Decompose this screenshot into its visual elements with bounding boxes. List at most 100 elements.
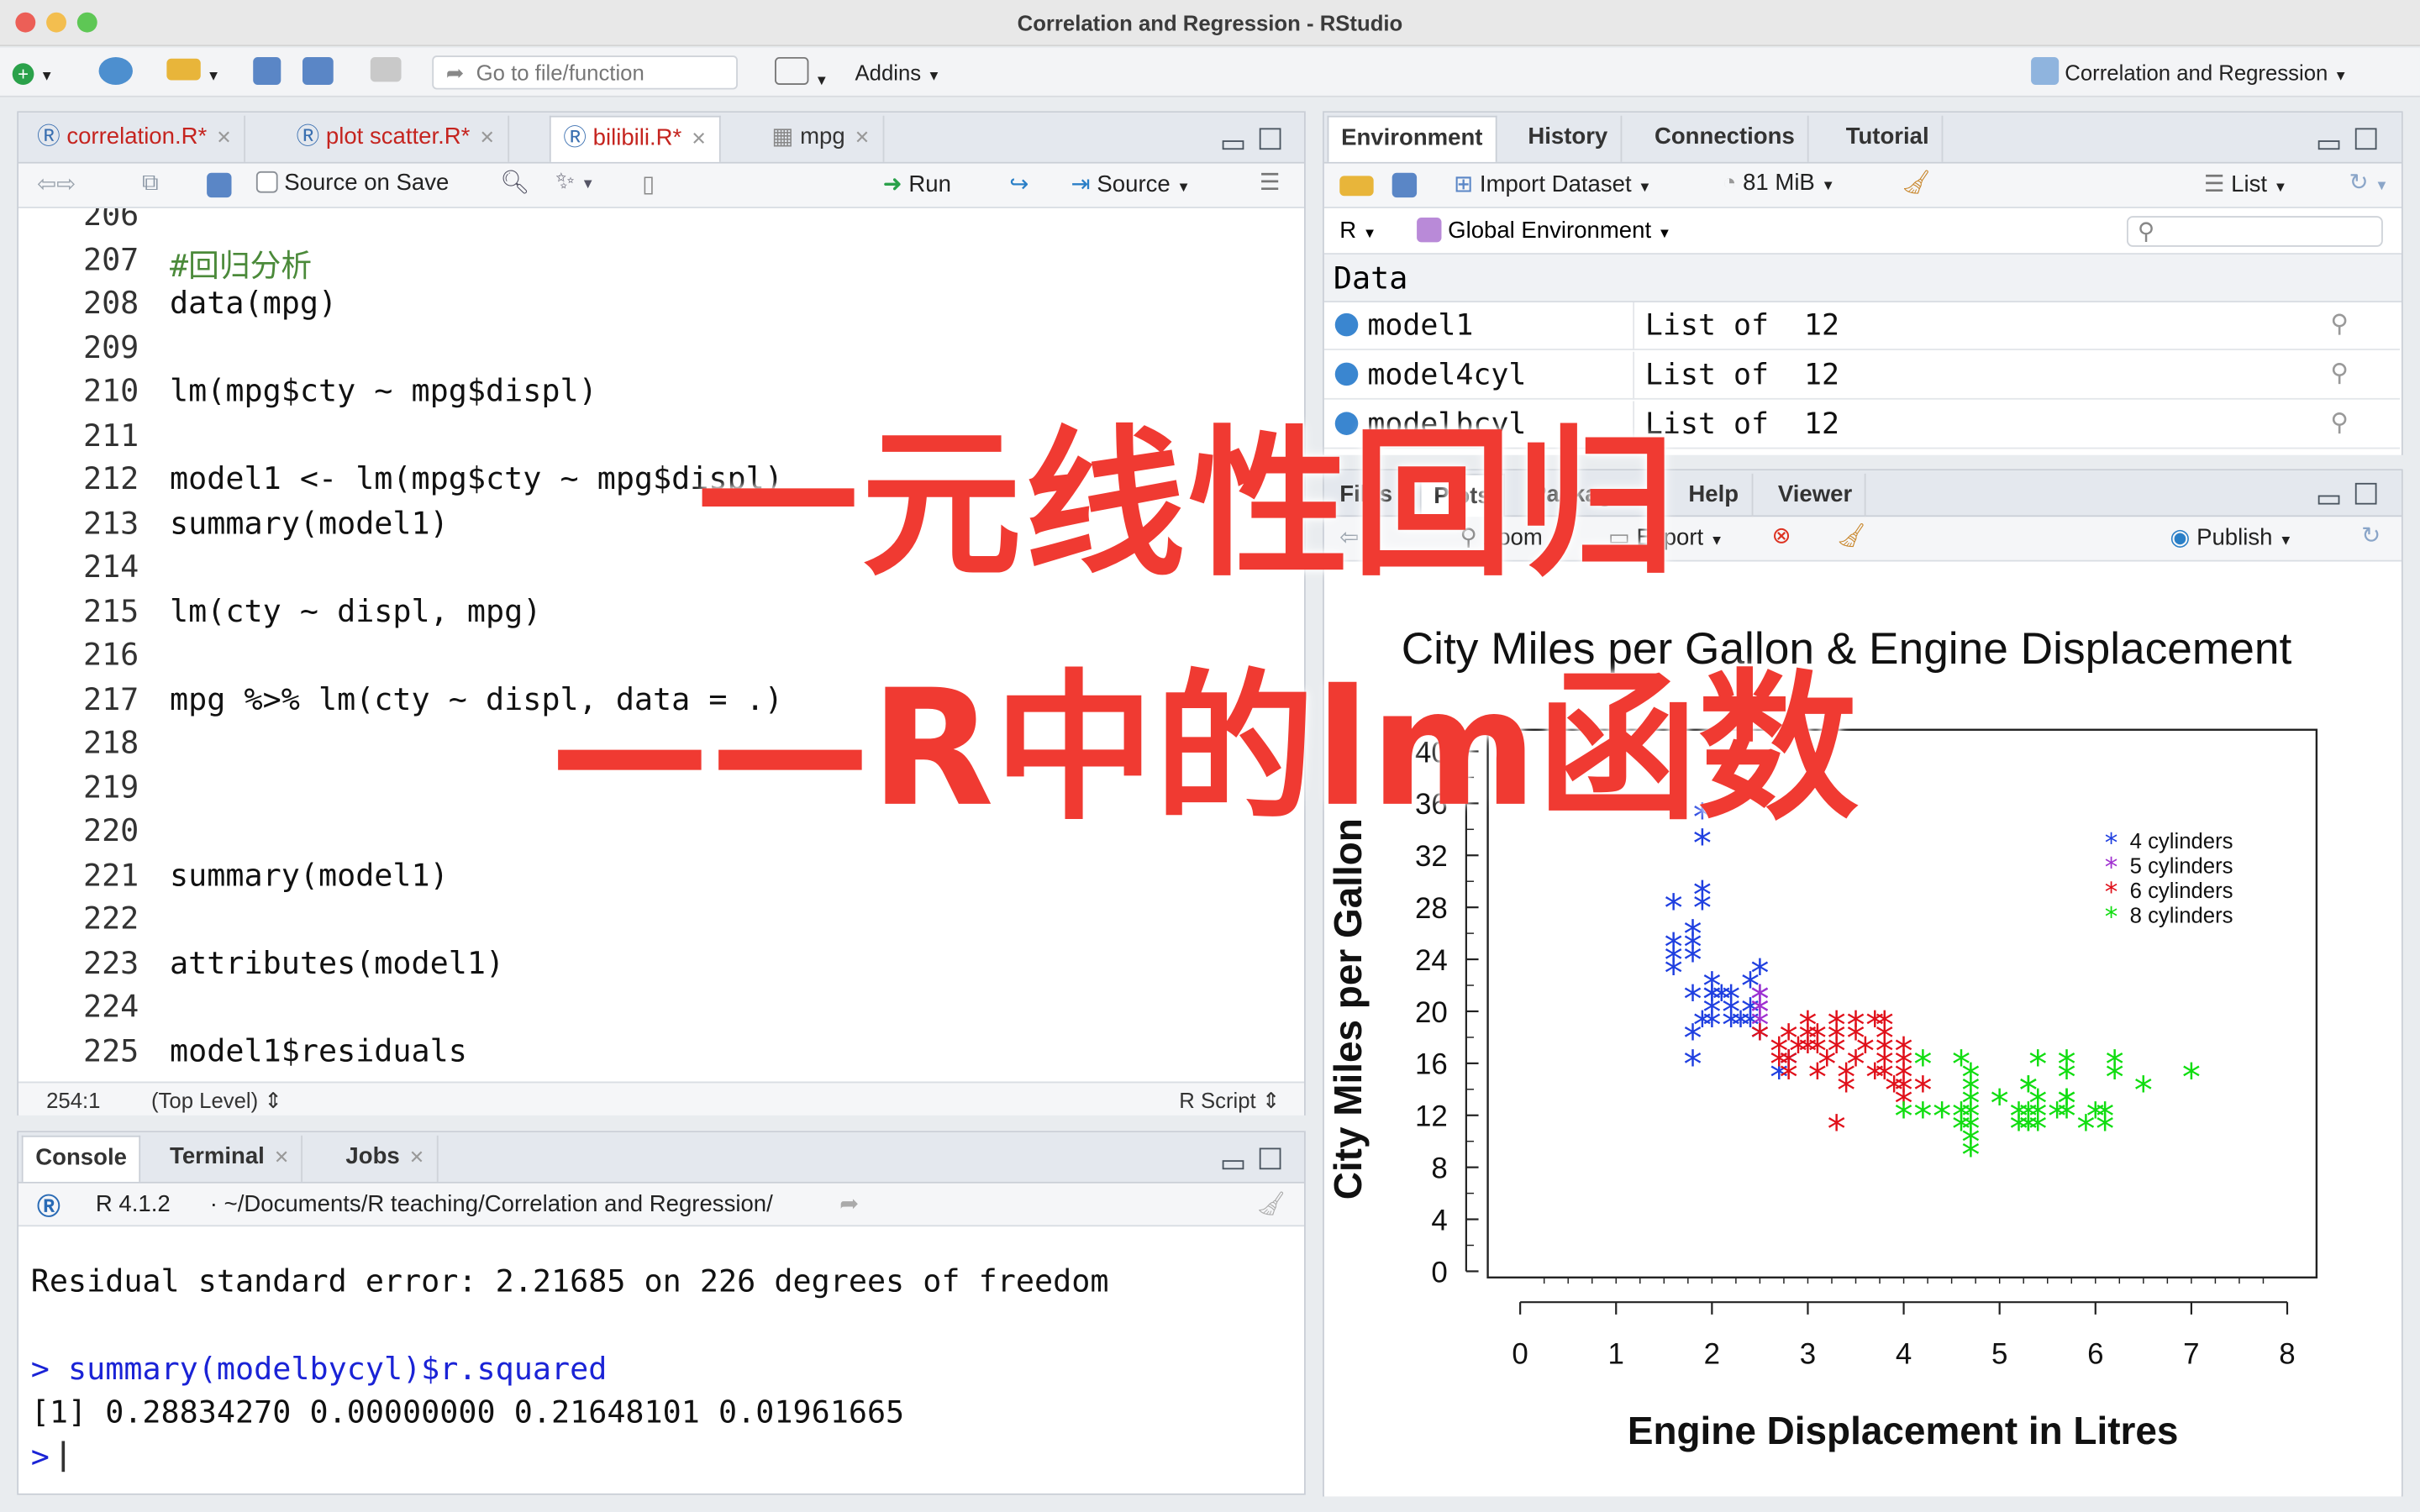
tab-connections[interactable]: Connections [1642, 115, 1809, 162]
line-number: 210 [82, 371, 139, 409]
run-button[interactable]: ➜ Run [883, 170, 951, 197]
x-tick-label: 0 [1512, 1338, 1528, 1371]
line-number: 221 [82, 855, 139, 893]
env-search-input[interactable]: ⚲ [2126, 216, 2383, 247]
minimize-pane-icon[interactable] [1222, 140, 1244, 150]
clear-console-icon[interactable]: 🧹︎ [1256, 1189, 1286, 1217]
save-all-button[interactable] [302, 56, 334, 88]
rerun-icon[interactable]: ↪ [1009, 170, 1028, 197]
new-project-button[interactable] [98, 56, 133, 88]
tab-help[interactable]: Help [1676, 473, 1753, 520]
view-mode-button[interactable]: ☰ List ▼ [2204, 170, 2287, 197]
close-icon[interactable]: ✕ [855, 127, 870, 149]
data-point: * [1828, 1109, 1846, 1152]
view-data-icon[interactable]: ⚲ [2330, 308, 2349, 338]
save-icon[interactable] [207, 172, 232, 198]
x-tick-label: 4 [1896, 1338, 1912, 1371]
refresh-icon[interactable]: ↻ [2361, 522, 2381, 549]
import-dataset-button[interactable]: ⊞ Import Dataset ▼ [1454, 170, 1651, 197]
panes-layout-button[interactable]: ▼ [775, 56, 829, 88]
data-point: * [1828, 1005, 1846, 1047]
remove-plot-icon[interactable]: ⊗ [1772, 522, 1791, 549]
x-tick-label: 8 [2279, 1338, 2295, 1371]
close-icon[interactable]: ✕ [274, 1147, 289, 1168]
print-button[interactable] [370, 56, 402, 88]
maximize-pane-icon[interactable] [2354, 482, 2377, 505]
refresh-icon[interactable]: ↻ ▼ [2349, 168, 2388, 196]
goto-file-input[interactable]: ➦ Go to file/function [432, 55, 738, 90]
close-icon[interactable]: ✕ [479, 127, 494, 149]
text-cursor [61, 1441, 66, 1473]
go-to-directory-icon[interactable]: ➦ [839, 1189, 859, 1217]
close-icon[interactable]: ✕ [409, 1147, 424, 1168]
tab-environment[interactable]: Environment [1327, 115, 1497, 162]
tab-history[interactable]: History [1516, 115, 1622, 162]
publish-button[interactable]: ◉ Publish ▼ [2170, 523, 2292, 550]
broom-icon[interactable]: 🧹︎ [1837, 522, 1866, 549]
show-in-window-icon[interactable]: ⧉ [142, 170, 159, 196]
chevron-down-icon: ▼ [1821, 177, 1835, 193]
tab-console[interactable]: Console [21, 1135, 141, 1182]
console-input[interactable]: > [31, 1438, 66, 1475]
env-row[interactable]: model1 List of 12 ⚲ [1323, 302, 2401, 350]
tab-mpg[interactable]: ▦ mpg ✕ [760, 115, 884, 162]
source-on-save-checkbox[interactable]: Source on Save [255, 170, 449, 196]
save-button[interactable] [253, 56, 281, 88]
file-type-selector[interactable]: R Script ⇕ [1179, 1088, 1280, 1114]
minimize-window-button[interactable] [46, 12, 66, 33]
minimize-pane-icon[interactable] [2317, 140, 2340, 150]
maximize-pane-icon[interactable] [2354, 128, 2377, 150]
expand-icon[interactable] [1334, 312, 1359, 337]
tab-tutorial[interactable]: Tutorial [1833, 115, 1944, 162]
tab-viewer[interactable]: Viewer [1765, 473, 1866, 520]
tab-bilibili[interactable]: Ⓡ bilibili.R* ✕ [549, 115, 721, 162]
open-file-button[interactable]: ▼ [166, 57, 220, 88]
minimize-pane-icon[interactable] [1222, 1160, 1244, 1170]
save-icon [253, 56, 281, 86]
search-icon[interactable]: 🔍︎ [500, 168, 529, 196]
maximize-pane-icon[interactable] [1259, 128, 1281, 150]
legend-marker: * [2105, 902, 2118, 932]
chevron-down-icon: ▼ [1657, 225, 1672, 241]
chevron-down-icon: ▼ [1709, 532, 1724, 549]
view-data-icon[interactable]: ⚲ [2330, 358, 2349, 387]
data-point: * [1693, 874, 1712, 917]
outline-icon[interactable]: ☰ [1260, 168, 1281, 196]
zoom-window-button[interactable] [76, 12, 97, 33]
close-window-button[interactable] [15, 12, 36, 33]
data-point: * [1693, 1005, 1712, 1047]
load-workspace-icon[interactable] [1339, 176, 1374, 197]
close-icon[interactable]: ✕ [691, 128, 706, 150]
new-file-button[interactable]: + ▼ [12, 57, 54, 88]
magic-wand-icon[interactable]: ✨︎ ▼ [555, 168, 595, 194]
data-point: * [1991, 1083, 2009, 1126]
compile-report-icon[interactable]: ▯ [642, 170, 655, 197]
grid-icon [775, 56, 809, 86]
minimize-pane-icon[interactable] [2317, 495, 2340, 505]
maximize-pane-icon[interactable] [1259, 1147, 1281, 1170]
tab-correlation[interactable]: Ⓡ correlation.R* ✕ [24, 115, 246, 162]
broom-icon[interactable]: 🧹︎ [1902, 168, 1931, 196]
r-version: R 4.1.2 [95, 1190, 171, 1218]
language-selector[interactable]: R ▼ [1339, 218, 1376, 244]
x-axis-label: Engine Displacement in Litres [1628, 1409, 2179, 1452]
chevron-down-icon: ▼ [206, 67, 221, 84]
line-number: 214 [82, 548, 139, 585]
project-menu[interactable]: Correlation and Regression ▼ [2031, 56, 2348, 88]
scope-selector[interactable]: (Top Level) ⇕ [151, 1088, 282, 1114]
save-workspace-icon[interactable] [1392, 172, 1418, 198]
data-point: * [1933, 1095, 1951, 1138]
tab-jobs[interactable]: Jobs ✕ [334, 1135, 439, 1182]
addins-menu[interactable]: Addins ▼ [855, 57, 941, 88]
column-divider [1633, 302, 1635, 350]
run-arrow-icon: ➜ [882, 171, 902, 198]
editor-tabstrip: Ⓡ correlation.R* ✕ Ⓡ plot scatter.R* ✕ Ⓡ b… [18, 113, 1305, 164]
tab-plot-scatter[interactable]: Ⓡ plot scatter.R* ✕ [284, 115, 509, 162]
back-arrow-icon[interactable]: ⇦⇨ [37, 170, 76, 197]
memory-usage-button[interactable]: ◔ 81 MiB ▼ [1723, 170, 1835, 196]
environment-selector[interactable]: Global Environment ▼ [1417, 217, 1672, 244]
source-button[interactable]: ⇥ Source ▼ [1071, 170, 1191, 197]
view-data-icon[interactable]: ⚲ [2330, 407, 2349, 437]
close-icon[interactable]: ✕ [216, 127, 231, 149]
tab-terminal[interactable]: Terminal ✕ [157, 1135, 303, 1182]
